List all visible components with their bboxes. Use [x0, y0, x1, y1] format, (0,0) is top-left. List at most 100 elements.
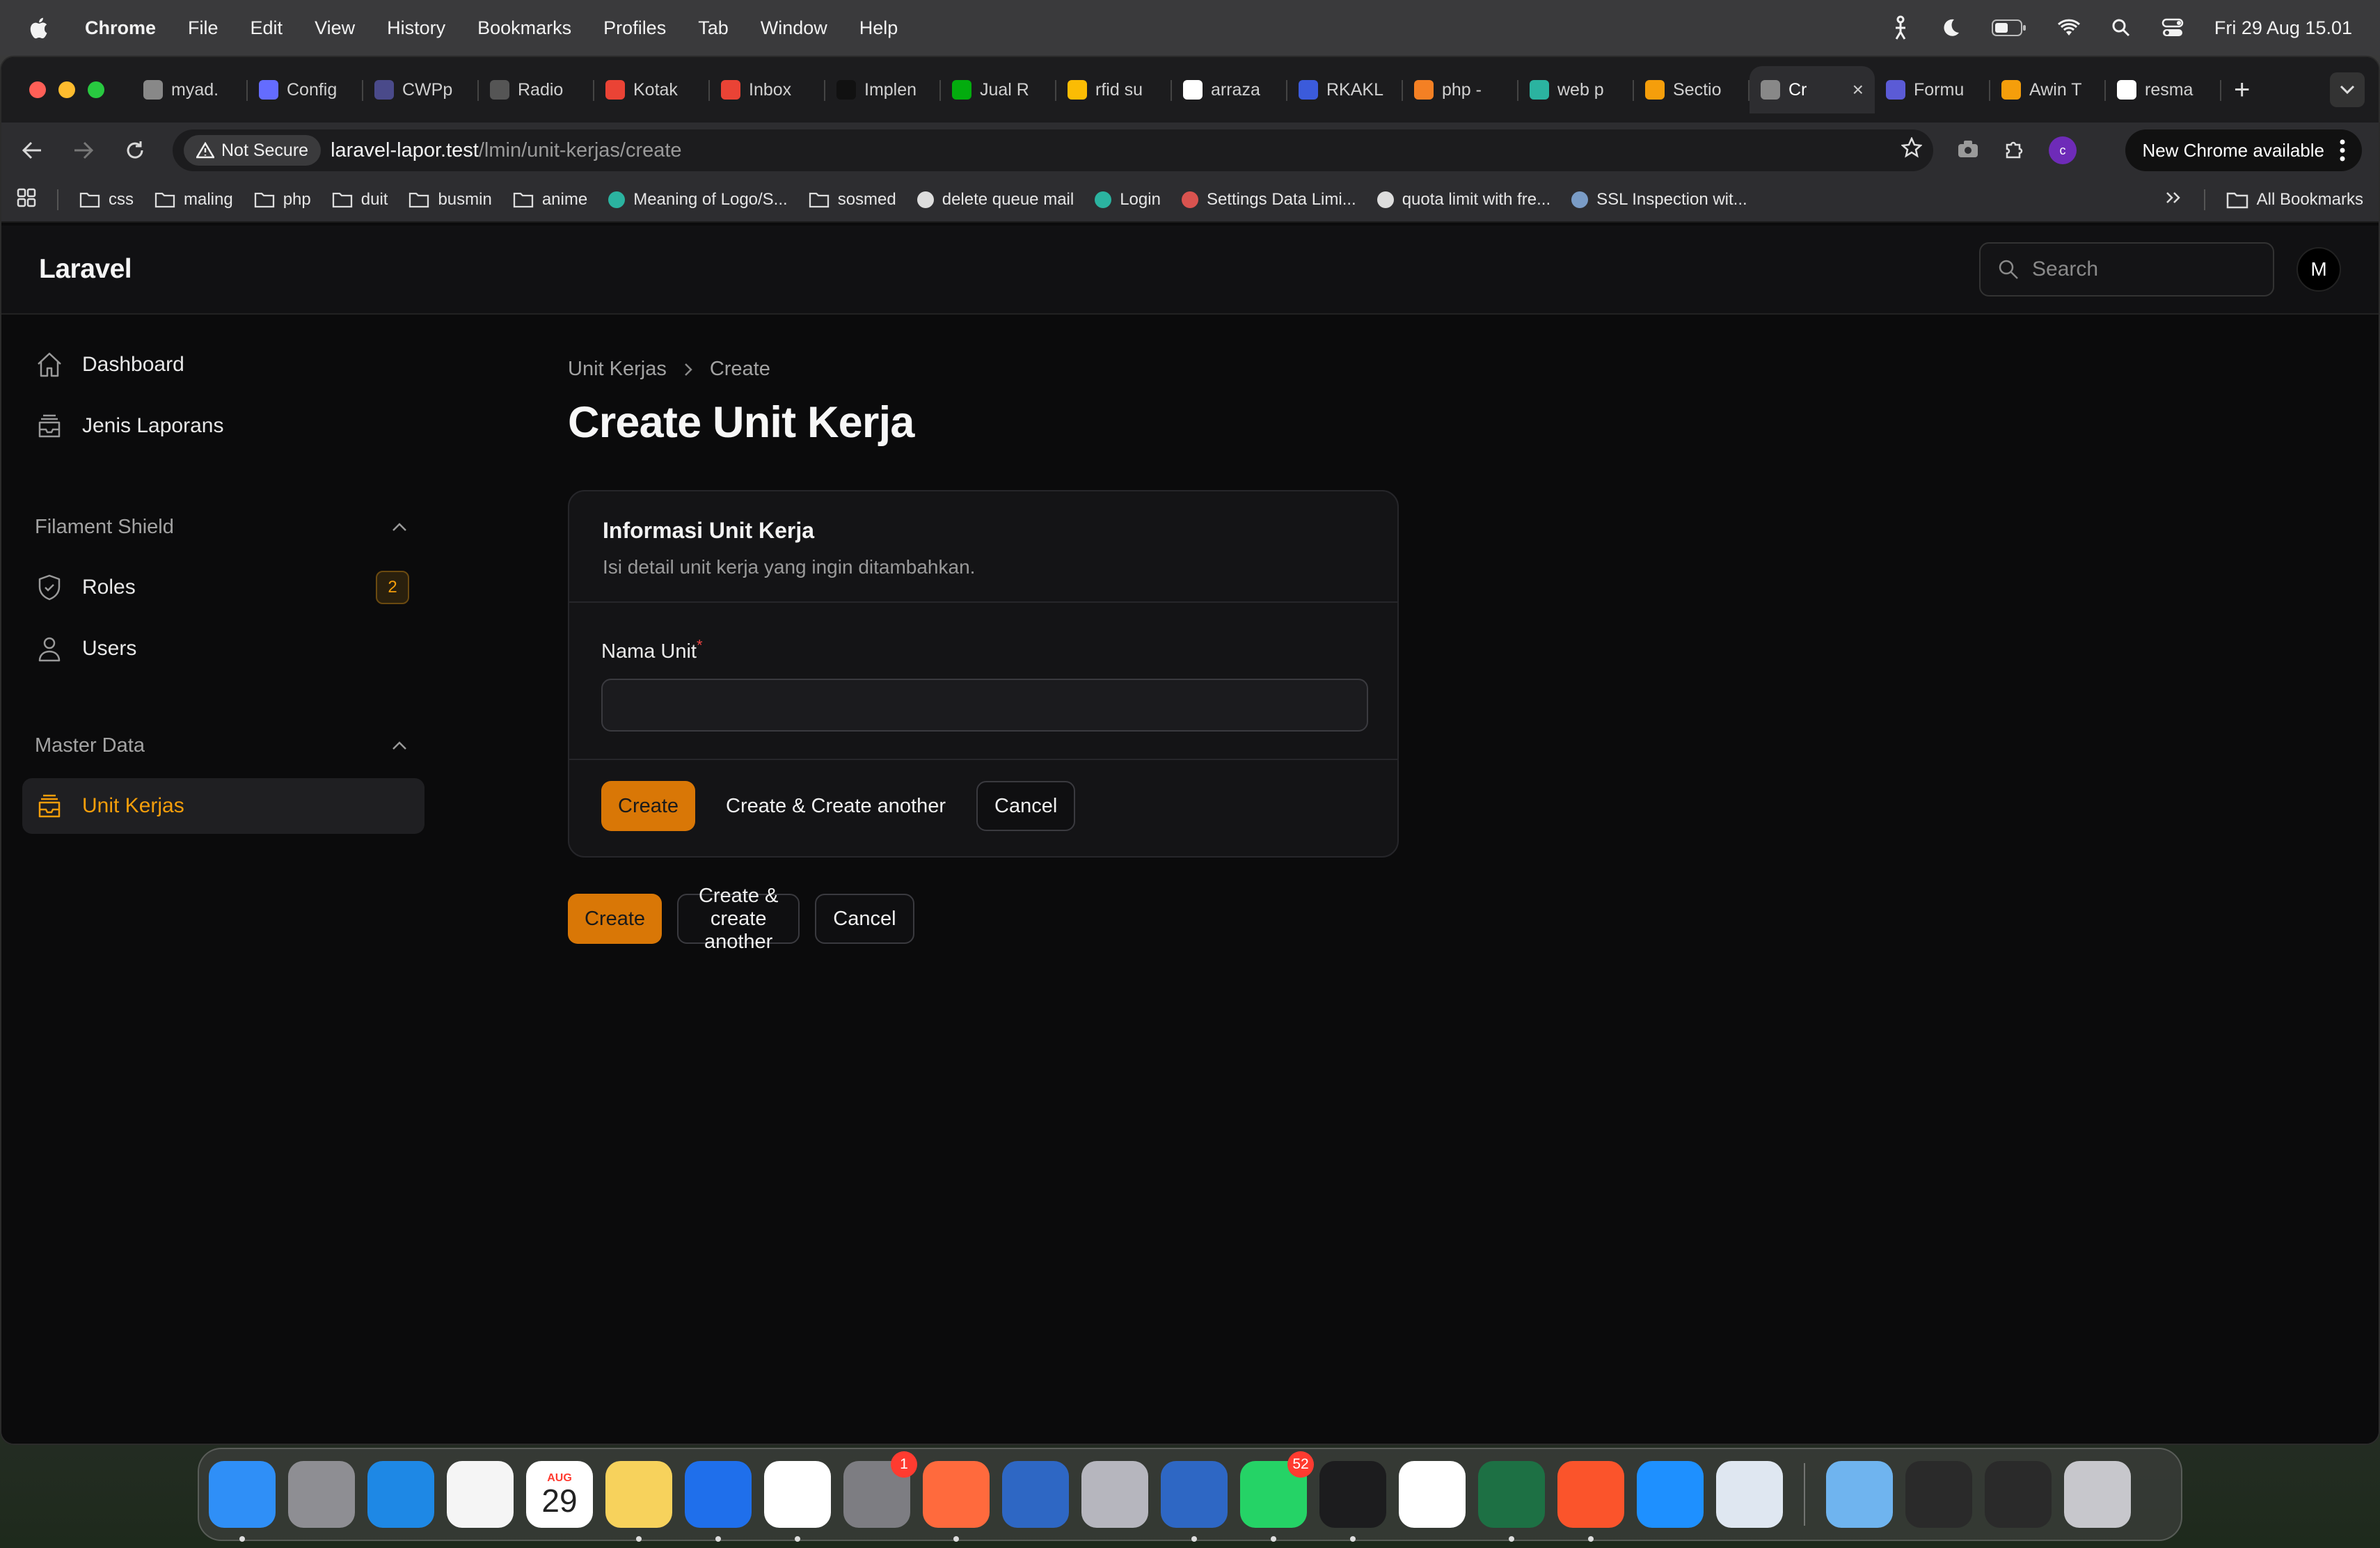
trash-icon[interactable] [2064, 1461, 2131, 1528]
profile-avatar[interactable]: c [2049, 136, 2077, 164]
terminal-icon[interactable] [1319, 1461, 1386, 1542]
browser-tab[interactable]: CWPp [363, 66, 479, 113]
address-bar[interactable]: Not Secure laravel-lapor.test/lmin/unit-… [173, 129, 1933, 171]
menubar-bookmarks[interactable]: Bookmarks [477, 17, 571, 39]
bookmark-folder[interactable]: maling [154, 190, 233, 210]
browser-tab[interactable]: Kotak [594, 66, 710, 113]
card-create-button[interactable]: Create [601, 781, 696, 831]
sidebar-item-users[interactable]: Users [22, 621, 425, 677]
bookmark-folder[interactable]: css [79, 190, 134, 210]
chrome-icon[interactable] [764, 1461, 831, 1542]
bookmark-link[interactable]: Meaning of Logo/S... [608, 190, 788, 210]
wifi-icon[interactable] [2057, 19, 2081, 37]
bookmark-link[interactable]: Login [1095, 190, 1161, 210]
security-chip[interactable]: Not Secure [184, 135, 322, 166]
calendar-icon[interactable]: AUG 29 [526, 1461, 593, 1528]
bookmark-folder[interactable]: anime [513, 190, 587, 210]
appstore-icon[interactable] [1637, 1461, 1704, 1528]
focus-moon-icon[interactable] [1940, 17, 1961, 38]
bookmark-link[interactable]: quota limit with fre... [1377, 190, 1550, 210]
browser-tab[interactable]: Config [248, 66, 363, 113]
browser-tab[interactable]: Inbox [710, 66, 825, 113]
sidebar-group-filament-shield[interactable]: Filament Shield [22, 503, 425, 551]
global-search[interactable]: Search [1979, 242, 2274, 297]
brand-logo[interactable]: Laravel [39, 254, 132, 285]
menubar-edit[interactable]: Edit [251, 17, 283, 39]
user-avatar[interactable]: M [2296, 247, 2341, 292]
menubar-clock[interactable]: Fri 29 Aug 15.01 [2214, 17, 2352, 39]
pencil-icon[interactable] [923, 1461, 990, 1542]
menubar-file[interactable]: File [188, 17, 219, 39]
chrome-update-button[interactable]: New Chrome available [2125, 129, 2362, 171]
cancel-button[interactable]: Cancel [815, 894, 914, 944]
settings-icon[interactable]: 1 [843, 1451, 917, 1528]
webstorm-icon[interactable] [1002, 1461, 1069, 1528]
extensions-puzzle-icon[interactable] [2003, 138, 2025, 164]
downloads-folder-icon[interactable] [1826, 1461, 1893, 1528]
menubar-history[interactable]: History [387, 17, 445, 39]
card-cancel-button[interactable]: Cancel [976, 781, 1076, 831]
bookmark-link[interactable]: delete queue mail [917, 190, 1074, 210]
browser-tab[interactable]: Implen [825, 66, 941, 113]
back-arrow-icon[interactable] [18, 136, 46, 164]
excel-icon[interactable] [1478, 1461, 1545, 1542]
apps-grid-icon[interactable] [17, 188, 36, 212]
camera-icon[interactable] [1957, 139, 1979, 162]
iphone-icon[interactable] [1081, 1461, 1148, 1528]
breadcrumb-unit-kerjas[interactable]: Unit Kerjas [568, 358, 667, 381]
menubar-view[interactable]: View [315, 17, 355, 39]
minimize-window-button[interactable] [58, 81, 75, 98]
spotlight-search-icon[interactable] [2111, 18, 2131, 38]
control-center-icon[interactable] [2161, 18, 2184, 38]
finder-icon[interactable] [209, 1461, 276, 1542]
sidebar-item-dashboard[interactable]: Dashboard [22, 337, 425, 393]
reload-icon[interactable] [121, 136, 149, 164]
all-bookmarks-button[interactable]: All Bookmarks [2226, 190, 2363, 210]
menubar-profiles[interactable]: Profiles [603, 17, 666, 39]
photos-icon[interactable] [447, 1461, 514, 1528]
vscode-icon[interactable] [685, 1461, 752, 1542]
browser-tab[interactable]: arraza [1172, 66, 1287, 113]
menubar-tab[interactable]: Tab [698, 17, 729, 39]
bookmark-link[interactable]: Settings Data Limi... [1181, 190, 1356, 210]
webstorm-icon[interactable] [1161, 1461, 1228, 1542]
create-another-button[interactable]: Create & create another [677, 885, 800, 953]
safari-icon[interactable] [367, 1461, 434, 1528]
bookmark-folder[interactable]: busmin [408, 190, 492, 210]
browser-tab[interactable]: php - [1403, 66, 1518, 113]
nama-unit-input[interactable] [601, 678, 1368, 732]
bookmark-link[interactable]: SSL Inspection wit... [1571, 190, 1747, 210]
scripting-icon[interactable] [1891, 15, 1910, 40]
window-thumb-icon[interactable] [1905, 1461, 1972, 1528]
browser-tab[interactable]: Radio [479, 66, 594, 113]
card-create-another-button[interactable]: Create & Create another [709, 781, 962, 831]
browser-tab[interactable]: Sectio [1634, 66, 1750, 113]
bookmark-folder[interactable]: duit [332, 190, 388, 210]
sidebar-group-master-data[interactable]: Master Data [22, 721, 425, 770]
menubar-window[interactable]: Window [761, 17, 827, 39]
browser-tab[interactable]: Awin T [1990, 66, 2106, 113]
browser-tab[interactable]: rfid su [1056, 66, 1172, 113]
close-tab-icon[interactable]: × [1853, 79, 1864, 101]
browser-tab[interactable]: resma [2106, 66, 2221, 113]
create-button[interactable]: Create [568, 894, 663, 944]
whatsapp-icon[interactable]: 52 [1240, 1451, 1314, 1542]
bookmark-folder[interactable]: php [254, 190, 311, 210]
tab-search-chevron-icon[interactable] [2330, 72, 2365, 107]
browser-tab[interactable]: Formu [1875, 66, 1990, 113]
launchpad-icon[interactable] [288, 1461, 355, 1528]
browser-tab[interactable]: web p [1518, 66, 1634, 113]
more-bookmarks-chevron-icon[interactable] [2165, 190, 2183, 210]
battery-icon[interactable] [1991, 19, 2026, 37]
sidebar-item-unit-kerjas[interactable]: Unit Kerjas [22, 778, 425, 834]
browser-tab[interactable]: myad. [132, 66, 248, 113]
preview-icon[interactable] [1716, 1461, 1783, 1528]
bookmark-star-icon[interactable] [1901, 136, 1923, 164]
notes-icon[interactable] [605, 1461, 672, 1542]
sidebar-item-jenis-laporans[interactable]: Jenis Laporans [22, 398, 425, 454]
zoom-window-button[interactable] [88, 81, 104, 98]
browser-tab[interactable]: RKAKL [1287, 66, 1403, 113]
apple-menu-icon[interactable] [28, 16, 49, 40]
menubar-app-name[interactable]: Chrome [85, 17, 156, 39]
window-thumb-icon[interactable] [1985, 1461, 2052, 1528]
